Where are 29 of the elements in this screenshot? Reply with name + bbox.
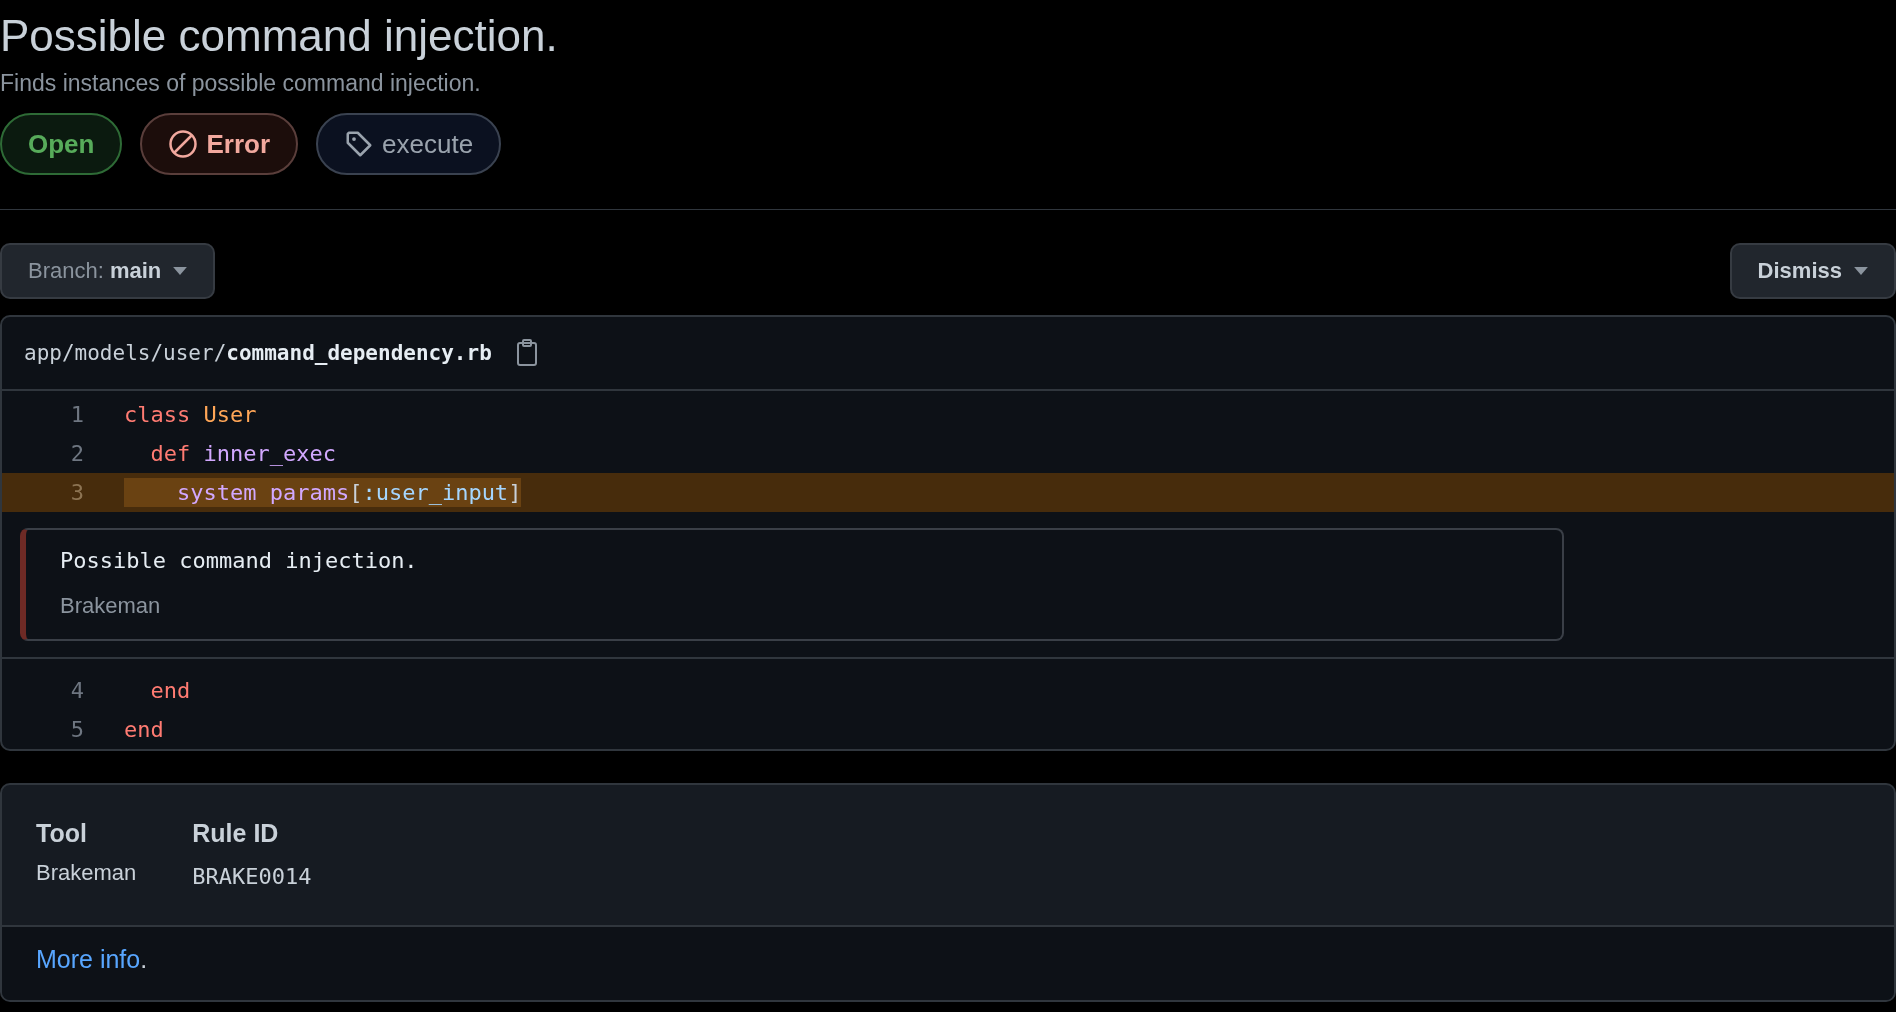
caret-icon	[1854, 267, 1868, 275]
code-line: end	[124, 716, 164, 744]
line-number: 1	[69, 402, 84, 427]
detail-value: BRAKE0014	[192, 863, 312, 889]
line-number: 2	[69, 441, 84, 466]
annotation-message: Possible command injection.	[60, 548, 419, 573]
severity-badge: Error	[140, 113, 299, 175]
detail-label: Tool	[36, 819, 88, 848]
dismiss-dropdown[interactable]: Dismiss	[1729, 243, 1896, 299]
detail-label: Rule ID	[192, 819, 280, 848]
line-number: 3	[69, 480, 84, 505]
more-info-link[interactable]: More info	[36, 945, 141, 973]
detail-value: Brakeman	[36, 860, 137, 886]
blocked-icon	[168, 129, 199, 159]
status-badge: Open	[0, 113, 123, 175]
code-line: def inner_exec	[149, 440, 336, 468]
tag-badge: execute	[316, 113, 502, 175]
file-path: app/models/user/command_dependency.rb	[24, 341, 492, 365]
clipboard-icon[interactable]	[515, 339, 538, 367]
more-info-text: More info.	[36, 945, 148, 973]
line-number: 5	[69, 717, 84, 742]
alert-title: Possible command injection.	[0, 10, 559, 62]
alert-description: Finds instances of possible command injection.	[0, 70, 482, 97]
code-line: class User	[124, 401, 257, 429]
line-number: 4	[69, 678, 84, 703]
code-line: end	[149, 677, 191, 705]
annotation-tool: Brakeman	[60, 593, 162, 619]
branch-dropdown[interactable]: Branch: main	[0, 243, 216, 299]
caret-icon	[173, 267, 188, 275]
